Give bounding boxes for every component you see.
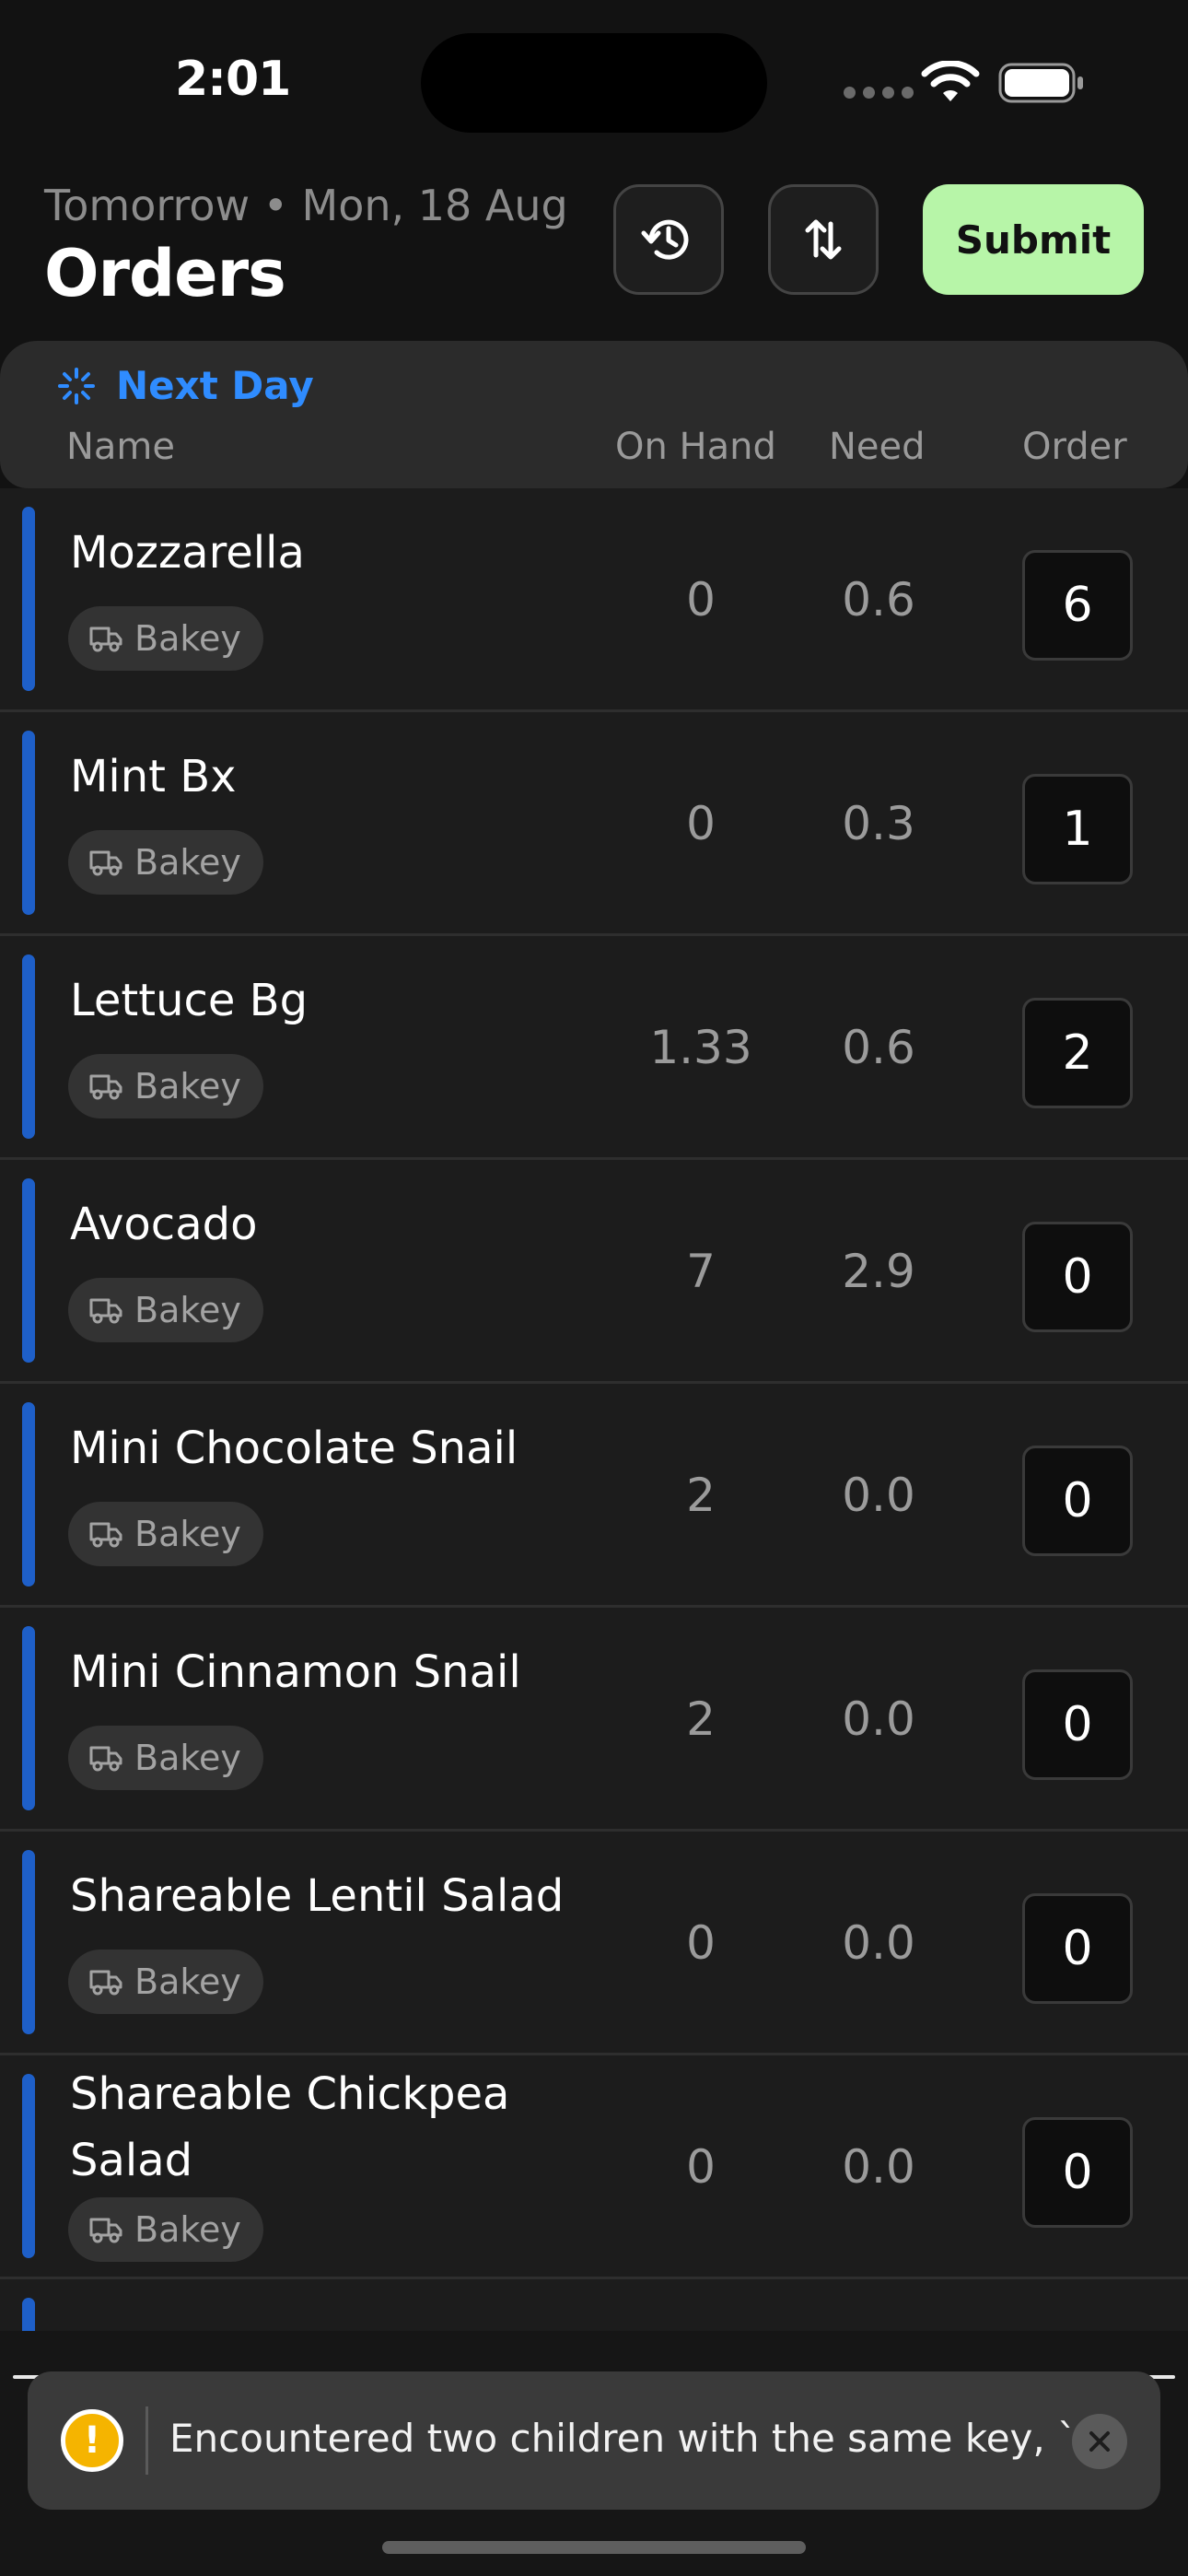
order-list[interactable]: Mozzarella Bakey 0 0.6 6 Mint Bx Bakey 0… [0,488,1188,2331]
table-row[interactable]: Mint Bx Bakey 0 0.3 1 [0,712,1188,936]
history-icon [641,219,689,260]
page-title: Orders [44,236,286,311]
vendor-badge: Bakey [68,1054,263,1118]
column-header-name: Name [66,426,176,468]
vendor-badge: Bakey [68,2197,263,2262]
order-quantity-input[interactable]: 0 [1022,1893,1133,2004]
item-name: Shareable Chickpea Salad [70,2068,510,2186]
toast-divider [146,2406,148,2475]
vendor-badge: Bakey [68,830,263,895]
table-header: Next Day Name On Hand Need Order [0,341,1188,488]
vendor-badge: Bakey [68,1950,263,2014]
item-name: Shareable Lentil Salad [70,1870,565,1922]
on-hand-value: 0 [686,797,716,850]
order-quantity-input[interactable]: 0 [1022,1222,1133,1332]
on-hand-value: 7 [686,1245,716,1298]
truck-icon [89,850,122,876]
need-value: 0.0 [842,1916,915,1970]
on-hand-value: 2 [686,1692,716,1746]
vendor-name: Bakey [134,1066,241,1107]
truck-icon [89,1522,122,1548]
order-date-subtitle: Tomorrow • Mon, 18 Aug [44,181,568,230]
column-header-order: Order [1022,426,1127,468]
order-quantity-input[interactable]: 1 [1022,774,1133,884]
order-quantity-input[interactable]: 0 [1022,1669,1133,1780]
need-value: 0.6 [842,573,915,626]
item-name: Mint Bx [70,751,237,802]
table-row[interactable]: Mini Chocolate Snail Bakey 2 0.0 0 [0,1384,1188,1608]
next-day-section: Next Day [57,363,314,408]
on-hand-value: 2 [686,1469,716,1522]
submit-button[interactable]: Submit [923,184,1144,295]
vendor-name: Bakey [134,1961,241,2002]
vendor-name: Bakey [134,2209,241,2250]
order-quantity-input[interactable]: 2 [1022,998,1133,1108]
truck-icon [89,1970,122,1996]
table-row[interactable]: Shareable Chickpea Salad Bakey 0 0.0 0 [0,2055,1188,2279]
next-day-label: Next Day [116,363,314,408]
vendor-badge: Bakey [68,1502,263,1566]
vendor-badge: Bakey [68,1726,263,1790]
on-hand-value: 1.33 [649,1021,752,1074]
need-value: 0.0 [842,1692,915,1746]
truck-icon [89,1074,122,1100]
vendor-badge: Bakey [68,606,263,671]
vendor-name: Bakey [134,1514,241,1554]
vendor-name: Bakey [134,1738,241,1778]
cellular-signal-icon [844,87,914,99]
on-hand-value: 0 [686,1916,716,1970]
toast-close-button[interactable] [1072,2414,1127,2469]
vendor-name: Bakey [134,1290,241,1330]
column-header-on-hand: On Hand [615,426,776,468]
vendor-badge: Bakey [68,1278,263,1342]
loading-spinner-icon [58,367,95,404]
status-time: 2:01 [175,52,291,107]
item-name: Mozzarella [70,527,305,579]
history-button[interactable] [613,184,724,295]
table-row[interactable]: Avocado Bakey 7 2.9 0 [0,1160,1188,1384]
vendor-name: Bakey [134,842,241,883]
close-icon [1089,2431,1110,2452]
sort-button[interactable] [768,184,879,295]
table-row[interactable]: Shareable Lentil Salad Bakey 0 0.0 0 [0,1832,1188,2055]
error-toast[interactable]: ! Encountered two children with the same… [28,2371,1160,2510]
order-quantity-input[interactable]: 0 [1022,1446,1133,1556]
toast-message[interactable]: Encountered two children with the same k… [169,2416,1072,2461]
need-value: 0.6 [842,1021,915,1074]
vendor-name: Bakey [134,618,241,659]
wifi-icon [921,61,980,101]
item-name: Lettuce Bg [70,975,309,1026]
table-row[interactable]: Mozzarella Bakey 0 0.6 6 [0,488,1188,712]
on-hand-value: 0 [686,573,716,626]
need-value: 0.0 [842,1469,915,1522]
truck-icon [89,1298,122,1324]
need-value: 2.9 [842,1245,915,1298]
table-row[interactable]: Mini Cinnamon Snail Bakey 2 0.0 0 [0,1608,1188,1832]
column-header-need: Need [829,426,926,468]
need-value: 0.3 [842,797,915,850]
table-row[interactable]: Lettuce Bg Bakey 1.33 0.6 2 [0,936,1188,1160]
order-quantity-input[interactable]: 6 [1022,550,1133,661]
battery-icon [998,63,1083,103]
home-indicator[interactable] [382,2541,806,2554]
status-bar: 2:01 [0,0,1188,166]
warning-icon: ! [61,2409,123,2472]
sort-arrows-icon [805,219,842,260]
need-value: 0.0 [842,2140,915,2194]
on-hand-value: 0 [686,2140,716,2194]
truck-icon [89,626,122,652]
truck-icon [89,2218,122,2243]
table-row[interactable] [0,2279,1188,2331]
item-name: Mini Cinnamon Snail [70,1646,521,1698]
order-quantity-input[interactable]: 0 [1022,2117,1133,2228]
truck-icon [89,1746,122,1772]
dynamic-island [421,33,767,133]
item-name: Mini Chocolate Snail [70,1423,518,1474]
item-name: Avocado [70,1199,258,1250]
